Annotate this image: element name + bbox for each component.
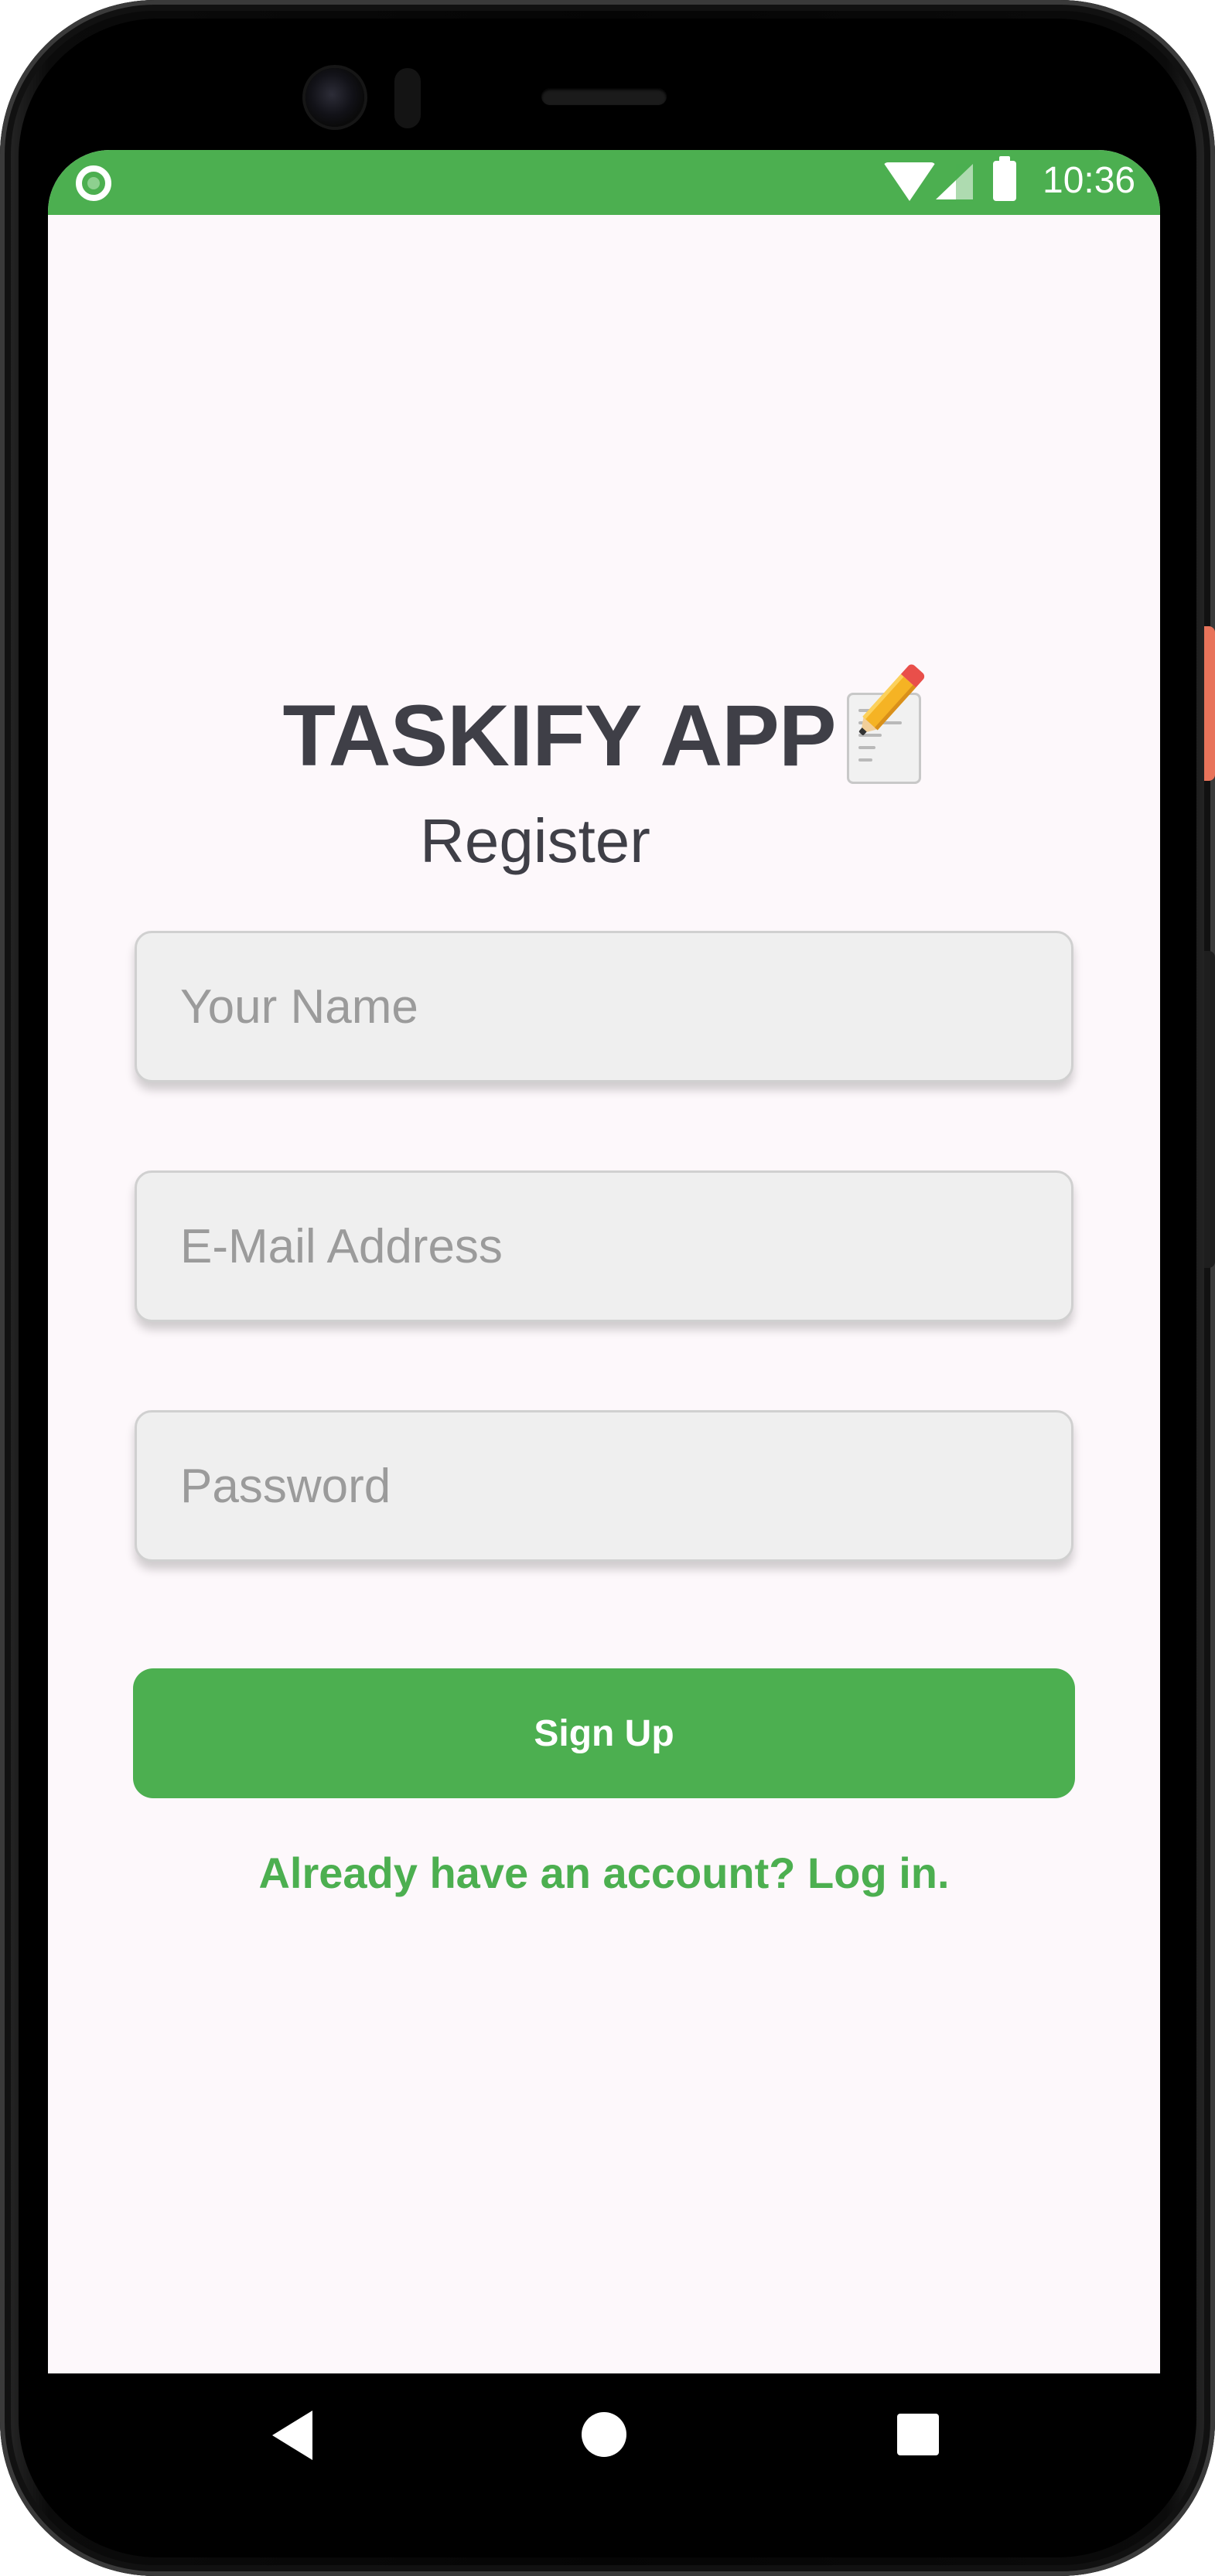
earpiece-speaker: [541, 88, 667, 105]
title-row: TASKIFY APP: [48, 663, 1160, 785]
name-input[interactable]: [179, 978, 1071, 1035]
wifi-icon: [883, 162, 936, 201]
password-field[interactable]: [135, 1410, 1073, 1562]
name-field[interactable]: [135, 931, 1073, 1082]
navigation-bar: [48, 2373, 1160, 2497]
email-field[interactable]: [135, 1170, 1073, 1322]
front-camera: [305, 68, 364, 127]
volume-button: [1204, 951, 1215, 1268]
back-icon[interactable]: [272, 2411, 312, 2460]
password-input[interactable]: [179, 1457, 1071, 1515]
signal-icon: [936, 164, 974, 199]
page-subtitle: Register: [420, 806, 650, 875]
login-link[interactable]: Already have an account? Log in.: [48, 1848, 1160, 1898]
memo-pencil-icon: [839, 663, 932, 785]
proximity-sensor: [394, 68, 421, 128]
app-screen: 10:36 TASKIFY APP Register Your Name E-M…: [48, 150, 1160, 2373]
home-icon[interactable]: [582, 2412, 626, 2457]
app-title: TASKIFY APP: [282, 687, 836, 784]
battery-icon: [993, 156, 1016, 201]
recents-icon[interactable]: [897, 2414, 939, 2455]
power-button: [1204, 626, 1215, 781]
status-bar: 10:36: [48, 150, 1160, 215]
phone-frame: 10:36 TASKIFY APP Register Your Name E-M…: [0, 0, 1215, 2576]
status-time: 10:36: [1043, 160, 1136, 201]
sign-up-button[interactable]: Sign Up: [133, 1668, 1075, 1798]
status-indicator-icon: [76, 165, 111, 201]
email-input[interactable]: [179, 1218, 1071, 1275]
